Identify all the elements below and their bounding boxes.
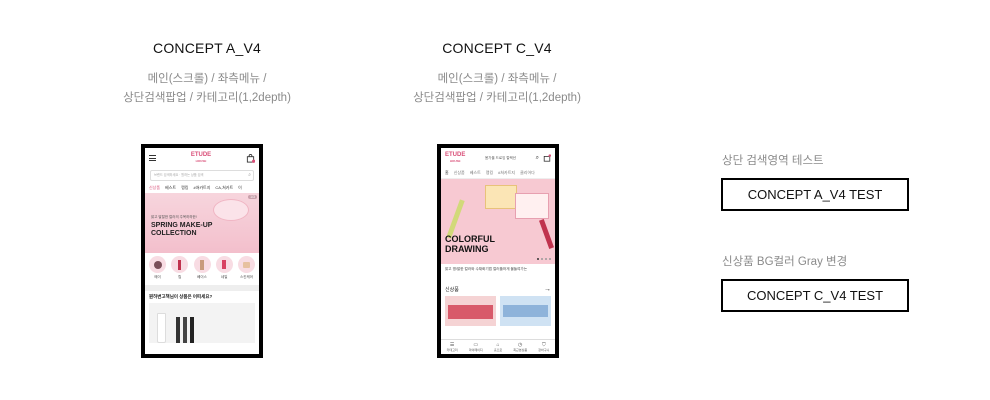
tab-item[interactable]: #쳐카트지 [498, 170, 515, 176]
category-item[interactable]: 립 [171, 256, 189, 280]
banner-description: 밝고 명/발한 컬러와 수채화기법 컬러플하게 물들여가는 [445, 267, 528, 271]
concept-a-test-button[interactable]: CONCEPT A_V4 TEST [721, 178, 909, 211]
banner-title: COLORFUL DRAWING [445, 234, 495, 254]
shopping-bag-icon[interactable] [246, 153, 255, 163]
product-tube-image [157, 313, 166, 343]
phone-header: ETUDE HOUSE 봄가을 드로잉 컬렉션 ⌕ [441, 148, 555, 168]
category-shortcuts: 메이 립 베이스 네일 스킨케어 [145, 253, 259, 280]
tab-item[interactable]: 클리어다 [520, 170, 535, 176]
category-item[interactable]: 메이 [149, 256, 166, 280]
banner-counter: 1/3 [248, 195, 257, 199]
concept-c-subtitle-1: 메인(스크롤) / 좌측메뉴 / [437, 73, 557, 85]
search-icon[interactable]: ⌕ [536, 155, 539, 162]
product-card[interactable] [445, 296, 496, 326]
concept-c-subtitle-2: 상단검색팝업 / 카테고리(1,2depth) [413, 92, 581, 104]
new-products-header[interactable]: 신상품 → [441, 283, 555, 296]
product-image [213, 199, 249, 221]
tab-item[interactable]: 홈 [445, 170, 449, 176]
hero-banner[interactable]: 1/3 밝고 발랄한 컬러의 주목하하한! SPRING MAKE-UP COL… [145, 193, 259, 253]
tab-item[interactable]: #쳐카트지 [193, 185, 210, 191]
etude-logo: ETUDE HOUSE [445, 152, 466, 163]
concept-c-phone-preview[interactable]: ETUDE HOUSE 봄가을 드로잉 컬렉션 ⌕ 홈 신상품 베스트 랭킹 #쳐… [437, 144, 559, 358]
hamburger-menu-icon[interactable] [149, 154, 156, 163]
nav-cart[interactable]: ⛉ 장바구니 [538, 342, 549, 352]
tab-item[interactable]: 이 [238, 185, 242, 191]
concept-a-subtitle-1: 메인(스크롤) / 좌측메뉴 / [147, 73, 267, 85]
tab-item[interactable]: 베스트 [165, 185, 176, 191]
product-pencils-image [176, 317, 194, 343]
concept-a-subtitle-2: 상단검색팝업 / 카테고리(1,2depth) [123, 92, 291, 104]
product-palette-image [485, 185, 517, 209]
hero-banner[interactable]: COLORFUL DRAWING [441, 179, 555, 264]
phone-header: ETUDE HOUSE [145, 148, 259, 168]
product-lipstick-image [539, 219, 554, 249]
search-icon[interactable]: ⌕ [248, 171, 251, 180]
category-tabs: 홈 신상품 베스트 랭킹 #쳐카트지 클리어다 [441, 168, 555, 179]
recommend-heading: 뭔하변고책님이 상품은 어떠세요? [149, 294, 213, 299]
banner-title: SPRING MAKE-UP COLLECTION [151, 222, 213, 237]
new-products-label: 신상품 [445, 287, 459, 293]
recommend-products[interactable] [149, 303, 255, 343]
nav-recent[interactable]: ◷ 최근본상품 [513, 342, 527, 352]
tab-item[interactable]: 신상품 [454, 170, 465, 176]
tab-item[interactable]: 랭킹 [486, 170, 493, 176]
category-item[interactable]: 베이스 [193, 256, 211, 280]
concept-c-title: CONCEPT C_V4 [442, 40, 552, 56]
product-pencil-image [446, 199, 465, 239]
nav-category[interactable]: ☰ 카테고리 [447, 342, 458, 352]
test-label-1: 상단 검색영역 테스트 [722, 155, 824, 167]
category-item[interactable]: 네일 [215, 256, 233, 280]
tab-item[interactable]: 신상품 [149, 185, 160, 191]
category-item[interactable]: 스킨케어 [238, 256, 255, 280]
tab-item[interactable]: 베스트 [470, 170, 481, 176]
nav-mypage[interactable]: ▭ 마이페이지 [469, 342, 483, 352]
etude-logo: ETUDE HOUSE [190, 152, 212, 163]
banner-pagination[interactable] [537, 258, 551, 260]
product-palette-image [515, 193, 549, 219]
test-label-2: 신상품 BG컬러 Gray 변경 [722, 256, 848, 268]
shopping-bag-icon[interactable] [543, 154, 551, 162]
search-input[interactable]: 브랜드 검색하세요 · 원하는 상품 검색 ⌕ [150, 170, 254, 181]
bottom-navigation: ☰ 카테고리 ▭ 마이페이지 ⌂ 홈으로 ◷ 최근본상품 ⛉ 장바구니 [441, 339, 555, 354]
nav-home[interactable]: ⌂ 홈으로 [494, 342, 502, 352]
arrow-right-icon[interactable]: → [544, 286, 551, 293]
product-card[interactable] [500, 296, 551, 326]
tab-item[interactable]: 랭킹 [181, 185, 188, 191]
search-input[interactable]: 봄가을 드로잉 컬렉션 [469, 156, 531, 161]
new-products-list [441, 296, 555, 326]
banner-caption: 밝고 발랄한 컬러의 주목하하한! [151, 215, 197, 219]
tab-item[interactable]: CA,쳐카트 [215, 185, 233, 191]
concept-a-phone-preview[interactable]: ETUDE HOUSE 브랜드 검색하세요 · 원하는 상품 검색 ⌕ 신상품 베… [141, 144, 263, 358]
concept-a-title: CONCEPT A_V4 [153, 40, 261, 56]
category-tabs: 신상품 베스트 랭킹 #쳐카트지 CA,쳐카트 이 [145, 183, 259, 193]
concept-c-test-button[interactable]: CONCEPT C_V4 TEST [721, 279, 909, 312]
